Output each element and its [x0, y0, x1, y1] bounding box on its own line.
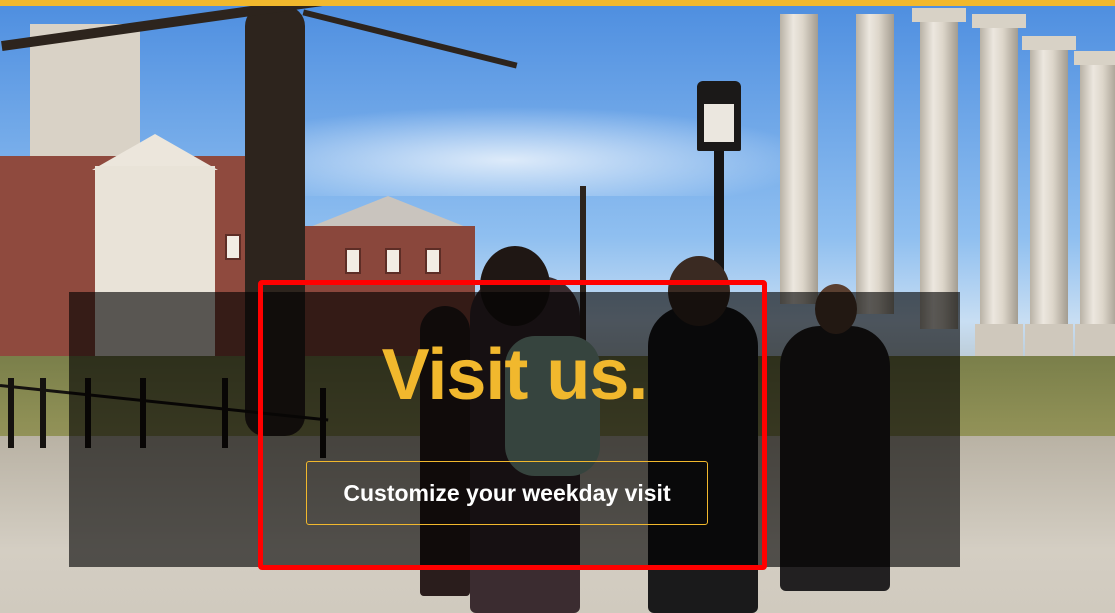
window — [385, 248, 401, 274]
column — [1080, 61, 1115, 326]
column-plinth — [1025, 324, 1073, 356]
window — [225, 234, 241, 260]
column-capital — [1022, 36, 1076, 50]
fence-post — [8, 378, 14, 448]
column — [856, 14, 894, 314]
column — [780, 14, 818, 304]
hero-heading: Visit us. — [381, 335, 649, 415]
column-plinth — [1075, 324, 1115, 356]
clouds — [300, 106, 820, 196]
fence-post — [40, 378, 46, 448]
column-capital — [1074, 51, 1115, 65]
column-capital — [972, 14, 1026, 28]
window — [425, 248, 441, 274]
top-accent-bar — [0, 0, 1115, 6]
column — [980, 26, 1018, 341]
lamp-glass — [704, 104, 734, 142]
customize-visit-button[interactable]: Customize your weekday visit — [306, 461, 708, 525]
column — [920, 14, 958, 329]
column-plinth — [975, 324, 1023, 356]
column — [1030, 46, 1068, 326]
hall-pediment — [92, 134, 218, 170]
window — [345, 248, 361, 274]
column-capital — [912, 8, 966, 22]
